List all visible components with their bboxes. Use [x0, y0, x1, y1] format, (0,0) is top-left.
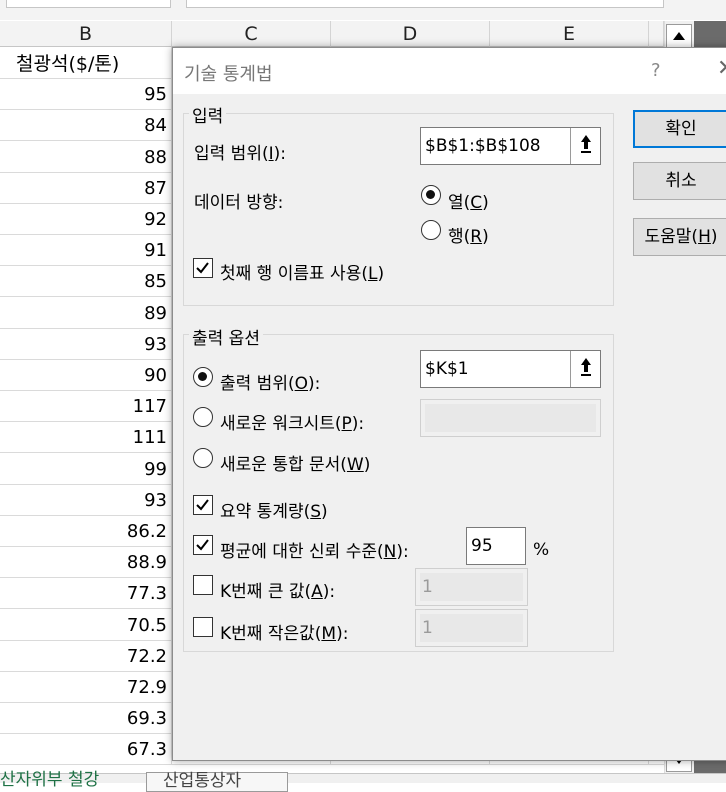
table-cell[interactable]: 92: [0, 203, 172, 234]
table-cell[interactable]: 85: [0, 265, 172, 297]
direction-label: 데이터 방향:: [194, 193, 284, 213]
close-icon[interactable]: ✕: [717, 56, 726, 81]
table-cell[interactable]: 철광석($/톤): [0, 47, 172, 78]
output-range-radio[interactable]: [193, 367, 213, 387]
summary-statistics-label: 요약 통계량(S): [220, 502, 328, 522]
kth-smallest-field[interactable]: 1: [415, 609, 528, 647]
new-worksheet-radio[interactable]: [193, 407, 213, 427]
table-cell[interactable]: 89: [0, 296, 172, 328]
kth-largest-checkbox[interactable]: [193, 575, 213, 595]
input-range-label: 입력 범위(I):: [194, 144, 286, 164]
table-cell[interactable]: 90: [0, 359, 172, 390]
input-range-field[interactable]: $B$1:$B$108: [420, 127, 601, 165]
table-cell[interactable]: 86.2: [0, 515, 172, 546]
table-cell[interactable]: 88: [0, 140, 172, 172]
table-cell[interactable]: 67.3: [0, 733, 172, 765]
dialog-title: 기술 통계법: [184, 64, 273, 85]
direction-rows-label: 행(R): [448, 227, 489, 247]
checkmark-icon: [196, 499, 209, 511]
kth-largest-field[interactable]: 1: [415, 568, 528, 606]
kth-smallest-label: K번째 작은값(M):: [220, 624, 349, 644]
table-cell[interactable]: 91: [0, 234, 172, 266]
table-cell[interactable]: 93: [0, 327, 172, 359]
new-worksheet-field[interactable]: [420, 399, 601, 437]
column-header-e[interactable]: E: [490, 21, 649, 47]
direction-rows-radio[interactable]: [421, 220, 441, 240]
input-group-title: 입력: [189, 102, 227, 127]
table-cell[interactable]: 77.3: [0, 577, 172, 609]
direction-columns-radio[interactable]: [421, 185, 441, 205]
ok-button[interactable]: 확인: [633, 110, 726, 148]
cancel-button[interactable]: 취소: [633, 162, 726, 200]
new-worksheet-label: 새로운 워크시트(P):: [220, 414, 365, 434]
table-cell[interactable]: 72.9: [0, 671, 172, 702]
table-cell[interactable]: 99: [0, 452, 172, 484]
table-cell[interactable]: 70.5: [0, 608, 172, 640]
direction-columns-label: 열(C): [448, 193, 489, 213]
column-header-b[interactable]: B: [0, 21, 172, 47]
confidence-level-field[interactable]: 95: [466, 527, 526, 565]
table-cell[interactable]: 87: [0, 171, 172, 203]
first-row-labels-label: 첫째 행 이름표 사용(L): [220, 264, 385, 284]
help-icon[interactable]: ?: [651, 60, 661, 81]
arrow-up-icon: [673, 32, 685, 40]
table-cell[interactable]: 72.2: [0, 639, 172, 671]
table-cell[interactable]: 93: [0, 483, 172, 515]
checkmark-icon: [196, 262, 209, 274]
first-row-labels-checkbox[interactable]: [193, 258, 213, 278]
new-workbook-label: 새로운 통합 문서(W): [220, 455, 371, 475]
output-range-select-button[interactable]: [570, 351, 600, 387]
output-range-label: 출력 범위(O):: [220, 374, 321, 394]
table-cell[interactable]: 111: [0, 421, 172, 453]
table-cell[interactable]: 84: [0, 109, 172, 141]
column-header-d[interactable]: D: [331, 21, 490, 47]
percent-sign: %: [533, 540, 550, 560]
name-box[interactable]: [6, 0, 171, 8]
table-cell[interactable]: 69.3: [0, 702, 172, 734]
table-cell[interactable]: 95: [0, 78, 172, 110]
descriptive-statistics-dialog: 기술 통계법 ? ✕ 입력 입력 범위(I): $B$1:$B$108 데이터 …: [172, 47, 726, 761]
collapse-dialog-icon: [581, 358, 591, 376]
column-header-c[interactable]: C: [172, 21, 331, 47]
help-button[interactable]: 도움말(H): [633, 218, 726, 256]
formula-input[interactable]: [186, 0, 664, 8]
table-cell[interactable]: 88.9: [0, 546, 172, 578]
sheet-tab-bar: [0, 773, 726, 783]
checkmark-icon: [196, 539, 209, 551]
range-select-button[interactable]: [570, 128, 600, 164]
column-header-f: [649, 21, 664, 47]
new-workbook-radio[interactable]: [193, 448, 213, 468]
collapse-dialog-icon: [581, 135, 591, 153]
sheet-tab-1[interactable]: 산자위부 철강: [0, 772, 99, 792]
kth-smallest-checkbox[interactable]: [193, 617, 213, 637]
output-group-title: 출력 옵션: [189, 324, 263, 349]
table-cell[interactable]: 117: [0, 390, 172, 422]
output-range-field[interactable]: $K$1: [420, 350, 601, 388]
scroll-up-button[interactable]: [666, 24, 692, 48]
confidence-level-label: 평균에 대한 신뢰 수준(N):: [220, 542, 409, 562]
sheet-tab-2[interactable]: 산업통상자: [146, 772, 288, 792]
kth-largest-label: K번째 큰 값(A):: [220, 582, 336, 602]
confidence-level-checkbox[interactable]: [193, 535, 213, 555]
summary-statistics-checkbox[interactable]: [193, 495, 213, 515]
